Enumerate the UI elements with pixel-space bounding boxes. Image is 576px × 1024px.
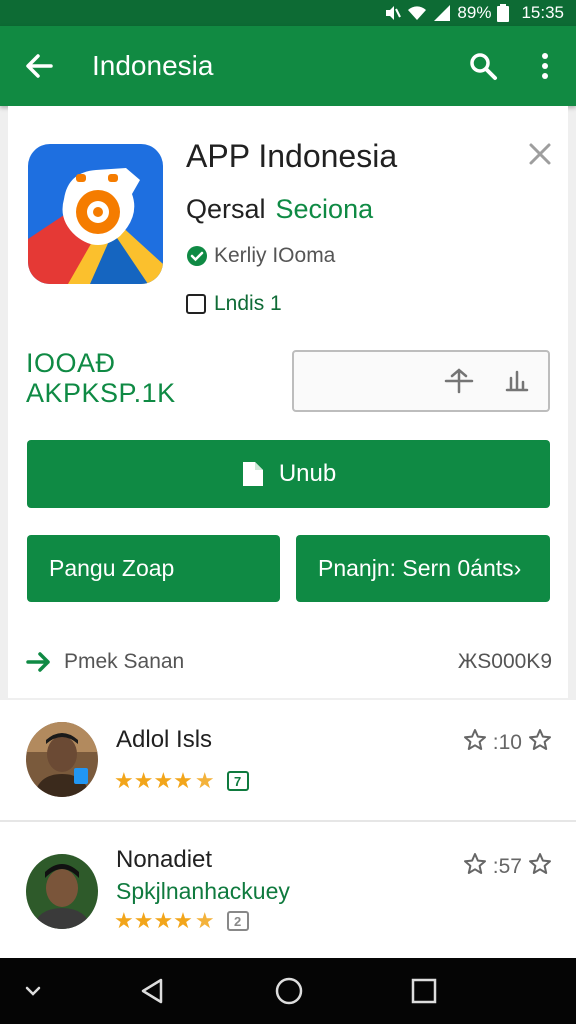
reviewer-name: Nonadiet <box>116 846 213 873</box>
install-icon <box>242 462 263 486</box>
half-star-icon: ★ <box>194 908 215 933</box>
star-rating: ★★★★ ★ 2 <box>114 908 249 934</box>
install-label: Unub <box>278 460 337 487</box>
clock: 15:35 <box>521 3 564 22</box>
arrow-right-icon <box>26 652 50 672</box>
section-label: Pmek Sanan <box>64 650 185 673</box>
star-outline-icon[interactable] <box>528 852 552 882</box>
back-button[interactable] <box>0 26 78 106</box>
chevron-down-icon <box>25 986 41 996</box>
battery-text: 89% <box>457 3 492 22</box>
section-count: ЖS000K9 <box>457 650 552 673</box>
nav-collapse-button[interactable] <box>16 958 50 1024</box>
app-icon[interactable] <box>28 144 163 284</box>
developer-category: Seciona <box>275 194 374 224</box>
reviews-section-header[interactable]: Pmek Sanan ЖS000K9 <box>26 650 552 674</box>
verified-badge: Kerliy IOoma <box>186 244 335 268</box>
avatar <box>26 722 98 797</box>
review-meta-value: :10 <box>492 731 522 754</box>
star-icon: ★★★★ <box>114 908 193 933</box>
search-button[interactable] <box>452 26 514 106</box>
half-star-icon: ★ <box>194 768 215 793</box>
review-item[interactable]: Adlol Isls ★★★★ ★ 7 :10 <box>0 700 576 820</box>
review-meta: :10 <box>463 728 552 758</box>
install-button[interactable]: Unub <box>27 440 550 508</box>
download-options-box[interactable] <box>292 350 550 412</box>
check-circle-icon <box>187 246 207 266</box>
meta-line-2: AKPKSP.1K <box>26 378 176 408</box>
review-badge: 7 <box>226 771 249 791</box>
star-outline-icon[interactable] <box>528 728 552 758</box>
nav-home-button[interactable] <box>268 958 310 1024</box>
signal-icon <box>433 4 451 22</box>
developer-row[interactable]: Qersal Seciona <box>186 194 373 225</box>
secondary-right-label: Pnanjn: Sern 0ánts› <box>318 555 522 581</box>
back-arrow-icon <box>26 54 53 78</box>
avatar <box>26 854 98 929</box>
battery-icon <box>497 4 510 22</box>
star-outline-icon[interactable] <box>463 728 487 758</box>
review-meta: :57 <box>463 852 552 882</box>
app-bar: Indonesia <box>0 26 576 106</box>
content-rating-icon <box>186 294 206 314</box>
reviewer-name: Adlol Isls <box>116 726 213 753</box>
reviewer-subtitle: Spkjlnanhackuey <box>116 878 290 904</box>
star-icon: ★★★★ <box>114 768 193 793</box>
nav-back-icon <box>141 978 163 1004</box>
review-badge: 2 <box>226 911 249 931</box>
meta-line-1: IOOAÐ <box>26 348 116 378</box>
search-icon <box>470 53 497 80</box>
app-meta: IOOAÐ AKPKSP.1K <box>26 348 176 408</box>
chart-icon <box>505 370 529 392</box>
status-icons: 89% 15:35 <box>383 3 564 23</box>
secondary-button-right[interactable]: Pnanjn: Sern 0ánts› <box>296 535 550 602</box>
review-meta-value: :57 <box>492 855 522 878</box>
content-rating: Lndis 1 <box>186 292 282 316</box>
app-details-card: APP Indonesia Qersal Seciona Kerliy IOoma… <box>8 106 568 698</box>
secondary-button-left[interactable]: Pangu Zoap <box>27 535 280 602</box>
nav-recents-button[interactable] <box>404 958 444 1024</box>
developer-name: Qersal <box>186 194 266 224</box>
wifi-icon <box>407 4 427 22</box>
review-item[interactable]: Nonadiet Spkjlnanhackuey ★★★★ ★ 2 :57 <box>0 822 576 958</box>
more-vert-icon <box>542 53 548 79</box>
star-outline-icon[interactable] <box>463 852 487 882</box>
system-nav-bar <box>0 958 576 1024</box>
close-button[interactable] <box>526 140 554 168</box>
overflow-menu-button[interactable] <box>514 26 576 106</box>
download-arrow-icon <box>444 368 474 394</box>
close-icon <box>529 143 551 165</box>
nav-recents-icon <box>411 978 437 1004</box>
nav-back-button[interactable] <box>132 958 172 1024</box>
star-rating: ★★★★ ★ 7 <box>114 768 249 794</box>
status-bar: 89% 15:35 <box>0 0 576 26</box>
mute-icon <box>383 4 402 22</box>
secondary-left-label: Pangu Zoap <box>49 555 175 581</box>
page-title: Indonesia <box>92 50 214 81</box>
app-name: APP Indonesia <box>186 138 398 174</box>
content-rating-label: Lndis 1 <box>214 292 282 315</box>
verified-label: Kerliy IOoma <box>214 244 336 267</box>
nav-home-icon <box>275 977 303 1005</box>
